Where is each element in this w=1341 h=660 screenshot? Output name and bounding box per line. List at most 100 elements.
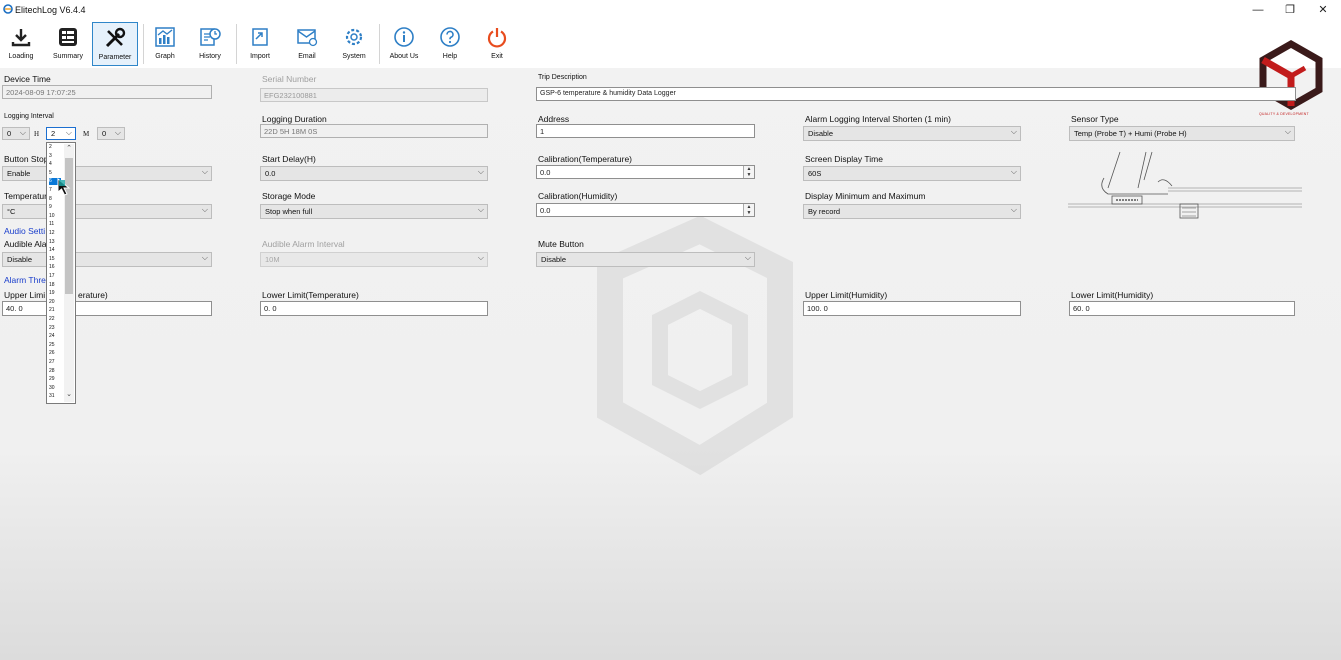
summary-label: Summary	[53, 53, 83, 60]
help-icon	[440, 27, 460, 47]
history-button[interactable]: History	[193, 22, 227, 66]
toolbar-separator	[143, 24, 144, 64]
chevron-down-icon: ⌵	[477, 167, 484, 176]
parameter-button[interactable]: Parameter	[92, 22, 138, 66]
alarm-shorten-select[interactable]: Disable ⌵	[803, 126, 1021, 141]
audible-alarm-select[interactable]: Disable ⌵	[2, 252, 212, 267]
history-icon	[200, 28, 221, 46]
info-icon	[394, 27, 414, 47]
chevron-down-icon: ⌵	[1010, 127, 1017, 136]
scroll-down-icon[interactable]: ⌄	[64, 390, 74, 398]
system-label: System	[342, 53, 366, 60]
screen-display-time-select[interactable]: 60S ⌵	[803, 166, 1021, 181]
title-bar: ElitechLog V6.4.4 — ❐ ✕	[0, 0, 1341, 20]
chevron-down-icon: ⌵	[19, 128, 26, 137]
upper-limit-temperature-label-suffix: erature)	[78, 290, 108, 300]
calibration-humidity-value: 0.0	[540, 206, 551, 215]
dropdown-option[interactable]: 12	[49, 230, 55, 237]
button-stop-label: Button Stop	[4, 154, 49, 164]
dropdown-option[interactable]: 29	[49, 376, 55, 383]
device-time-field: 2024-08-09 17:07:25	[2, 85, 212, 99]
loading-button[interactable]: Loading	[2, 22, 40, 66]
dropdown-option[interactable]: 15	[49, 256, 55, 263]
hour-select[interactable]: 0 ⌵	[2, 127, 30, 140]
second-value: 0	[102, 129, 107, 138]
lower-limit-humidity-input[interactable]: 60. 0	[1069, 301, 1295, 316]
dropdown-option[interactable]: 11	[49, 221, 54, 228]
sensor-type-select[interactable]: Temp (Probe T) + Humi (Probe H) ⌵	[1069, 126, 1295, 141]
dropdown-option[interactable]: 5	[49, 170, 52, 177]
import-button[interactable]: Import	[243, 22, 277, 66]
trip-description-input[interactable]: GSP-6 temperature & humidity Data Logger	[536, 87, 1296, 101]
logging-duration-field: 22D 5H 18M 0S	[260, 124, 488, 138]
summary-button[interactable]: Summary	[48, 22, 88, 66]
minute-select[interactable]: 2 ⌵	[46, 127, 76, 140]
mouse-cursor-icon	[57, 178, 71, 196]
display-minmax-select[interactable]: By record ⌵	[803, 204, 1021, 219]
calibration-humidity-input[interactable]: 0.0 ▲ ▼	[536, 203, 755, 217]
dropdown-option[interactable]: 27	[49, 359, 55, 366]
dropdown-option[interactable]: 4	[49, 161, 52, 168]
dropdown-option[interactable]: 18	[49, 282, 55, 289]
temperature-unit-label: Temperature	[4, 191, 52, 201]
dropdown-option[interactable]: 30	[49, 385, 55, 392]
chevron-down-icon: ⌵	[201, 167, 208, 176]
chevron-down-icon: ⌵	[477, 253, 484, 262]
dropdown-option[interactable]: 10	[49, 213, 55, 220]
sensor-type-label: Sensor Type	[1071, 114, 1119, 124]
dropdown-option[interactable]: 20	[49, 299, 55, 306]
close-button[interactable]: ✕	[1308, 2, 1338, 18]
scroll-up-icon[interactable]: ⌃	[64, 144, 74, 152]
email-icon	[297, 29, 318, 47]
dropdown-option[interactable]: 22	[49, 316, 55, 323]
dropdown-option[interactable]: 26	[49, 350, 55, 357]
dropdown-option[interactable]: 24	[49, 333, 55, 340]
dropdown-option[interactable]: 31	[49, 393, 55, 400]
logging-duration-label: Logging Duration	[262, 114, 327, 124]
storage-mode-select[interactable]: Stop when full ⌵	[260, 204, 488, 219]
dropdown-option[interactable]: 3	[49, 153, 52, 160]
chevron-down-icon: ⌵	[1010, 167, 1017, 176]
screen-display-time-value: 60S	[808, 169, 822, 178]
audible-alarm-interval-value: 10M	[265, 255, 280, 264]
start-delay-select[interactable]: 0.0 ⌵	[260, 166, 488, 181]
dropdown-option[interactable]: 9	[49, 204, 52, 211]
dropdown-option[interactable]: 17	[49, 273, 55, 280]
lower-limit-temperature-input[interactable]: 0. 0	[260, 301, 488, 316]
maximize-button[interactable]: ❐	[1275, 2, 1305, 18]
dropdown-option[interactable]: 23	[49, 325, 55, 332]
graph-button[interactable]: Graph	[148, 22, 182, 66]
help-button[interactable]: Help	[433, 22, 467, 66]
parameter-panel: Device Time 2024-08-09 17:07:25 Serial N…	[0, 68, 1341, 660]
dropdown-option[interactable]: 14	[49, 247, 55, 254]
spinner-arrows-icon[interactable]: ▲ ▼	[743, 204, 754, 216]
minimize-button[interactable]: —	[1243, 2, 1273, 18]
dropdown-option[interactable]: 19	[49, 290, 55, 297]
second-select[interactable]: 0 ⌵	[97, 127, 125, 140]
minute-value: 2	[51, 129, 56, 138]
dropdown-option[interactable]: 28	[49, 368, 55, 375]
chevron-down-icon: ⌵	[65, 128, 72, 137]
exit-button[interactable]: Exit	[480, 22, 514, 66]
calibration-temperature-input[interactable]: 0.0 ▲ ▼	[536, 165, 755, 179]
toolbar-separator	[379, 24, 380, 64]
dropdown-option[interactable]: 13	[49, 239, 55, 246]
upper-limit-temperature-input[interactable]: 40. 0	[2, 301, 212, 316]
button-stop-select[interactable]: Enable ⌵	[2, 166, 212, 181]
upper-limit-humidity-input[interactable]: 100. 0	[803, 301, 1021, 316]
mute-button-select[interactable]: Disable ⌵	[536, 252, 755, 267]
dropdown-option[interactable]: 2	[49, 144, 52, 151]
dropdown-option[interactable]: 7	[49, 187, 52, 194]
system-button[interactable]: System	[337, 22, 371, 66]
dropdown-option[interactable]: 25	[49, 342, 55, 349]
tools-icon	[105, 27, 126, 48]
temperature-unit-select[interactable]: °C ⌵	[2, 204, 212, 219]
spinner-arrows-icon[interactable]: ▲ ▼	[743, 166, 754, 178]
dropdown-option[interactable]: 16	[49, 264, 55, 271]
dropdown-option[interactable]: 8	[49, 196, 52, 203]
import-label: Import	[250, 53, 270, 60]
dropdown-option[interactable]: 21	[49, 307, 55, 314]
email-button[interactable]: Email	[290, 22, 324, 66]
about-us-button[interactable]: About Us	[384, 22, 424, 66]
address-input[interactable]: 1	[536, 124, 755, 138]
